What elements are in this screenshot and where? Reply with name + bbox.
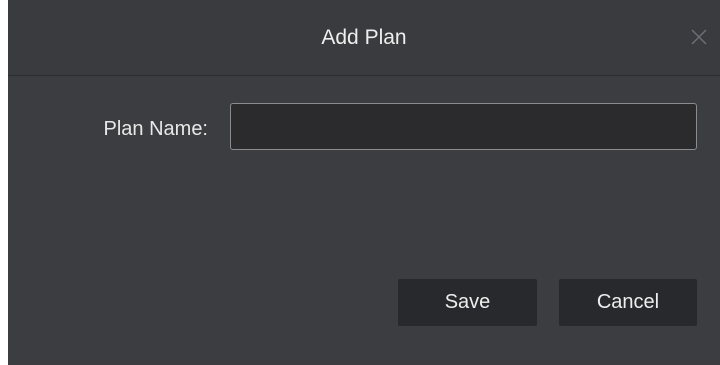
close-icon[interactable] — [686, 24, 712, 50]
add-plan-dialog: Add Plan Plan Name: Save Cancel — [8, 0, 720, 365]
save-button[interactable]: Save — [398, 279, 537, 326]
dialog-title: Add Plan — [321, 26, 407, 49]
plan-name-input[interactable] — [230, 103, 697, 150]
cancel-button[interactable]: Cancel — [559, 279, 697, 326]
dialog-titlebar: Add Plan — [8, 0, 720, 76]
plan-name-label: Plan Name: — [103, 118, 209, 140]
